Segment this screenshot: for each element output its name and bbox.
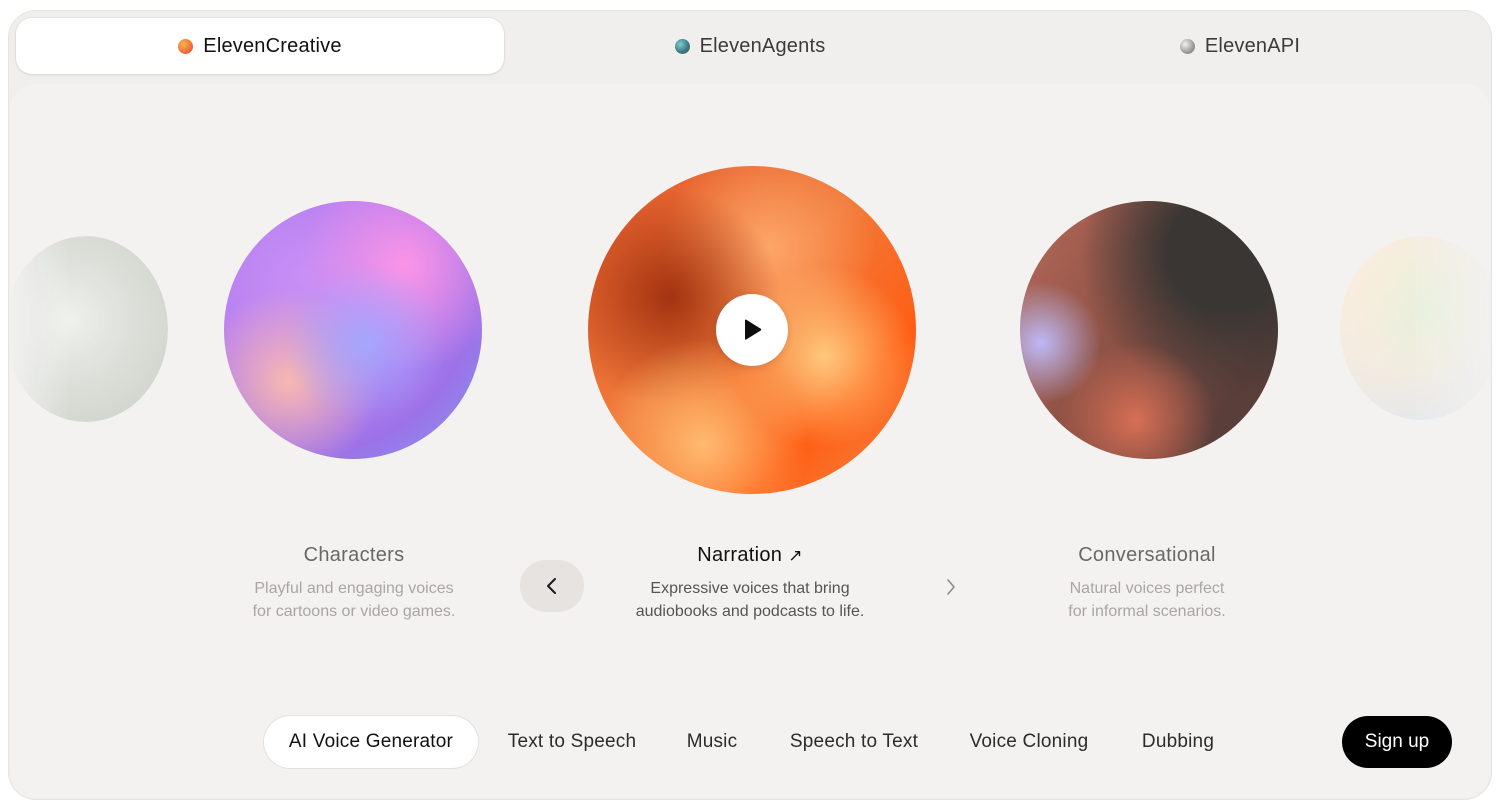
orb-conversational[interactable]	[1020, 201, 1278, 459]
tab-elevenagents[interactable]: ElevenAgents	[506, 18, 994, 74]
caption-description: Playful and engaging voices for cartoons…	[252, 580, 456, 620]
caption-description: Natural voices perfect for informal scen…	[1068, 580, 1226, 620]
caption-characters[interactable]: Characters Playful and engaging voices f…	[204, 544, 504, 623]
elevenapi-dot-icon	[1179, 38, 1195, 54]
tab-elevenapi[interactable]: ElevenAPI	[996, 18, 1484, 74]
nav-music[interactable]: Music	[674, 716, 750, 768]
feature-nav: AI Voice Generator Text to Speech Music …	[10, 716, 1490, 772]
tab-label: ElevenAgents	[699, 34, 826, 57]
product-showcase: ElevenCreative ElevenAgents ElevenAPI Ch…	[8, 10, 1492, 800]
arrow-up-right-icon: ↗	[788, 546, 803, 565]
voice-carousel-panel: Characters Playful and engaging voices f…	[8, 84, 1492, 798]
play-button[interactable]	[716, 294, 788, 366]
caption-title[interactable]: Narration ↗	[600, 544, 900, 567]
caption-title: Conversational	[1078, 544, 1216, 566]
nav-text-to-speech[interactable]: Text to Speech	[496, 716, 648, 768]
chevron-right-icon	[947, 579, 955, 595]
tab-label: ElevenAPI	[1204, 34, 1301, 57]
carousel-prev-button[interactable]	[520, 560, 584, 612]
orb-partial-right[interactable]	[1340, 236, 1492, 420]
caption-conversational[interactable]: Conversational Natural voices perfect fo…	[997, 544, 1297, 623]
caption-description: Expressive voices that bring audiobooks …	[635, 580, 865, 620]
tab-label: ElevenCreative	[203, 34, 342, 57]
elevenagents-dot-icon	[674, 38, 690, 54]
signup-button[interactable]: Sign up	[1342, 716, 1452, 768]
nav-dubbing[interactable]: Dubbing	[1128, 716, 1228, 768]
tab-elevencreative[interactable]: ElevenCreative	[16, 18, 504, 74]
caption-title: Characters	[303, 544, 405, 566]
product-tabs: ElevenCreative ElevenAgents ElevenAPI	[8, 10, 1492, 84]
caption-narration[interactable]: Narration ↗ Expressive voices that bring …	[600, 544, 900, 623]
chevron-left-icon	[547, 578, 556, 594]
elevencreative-dot-icon	[178, 38, 194, 54]
nav-voice-cloning[interactable]: Voice Cloning	[958, 716, 1100, 768]
play-icon	[745, 319, 762, 340]
carousel-next-button[interactable]	[936, 572, 966, 602]
nav-ai-voice-generator[interactable]: AI Voice Generator	[264, 716, 478, 768]
orb-characters[interactable]	[224, 201, 482, 459]
orb-partial-left[interactable]	[8, 236, 168, 422]
nav-speech-to-text[interactable]: Speech to Text	[776, 716, 932, 768]
